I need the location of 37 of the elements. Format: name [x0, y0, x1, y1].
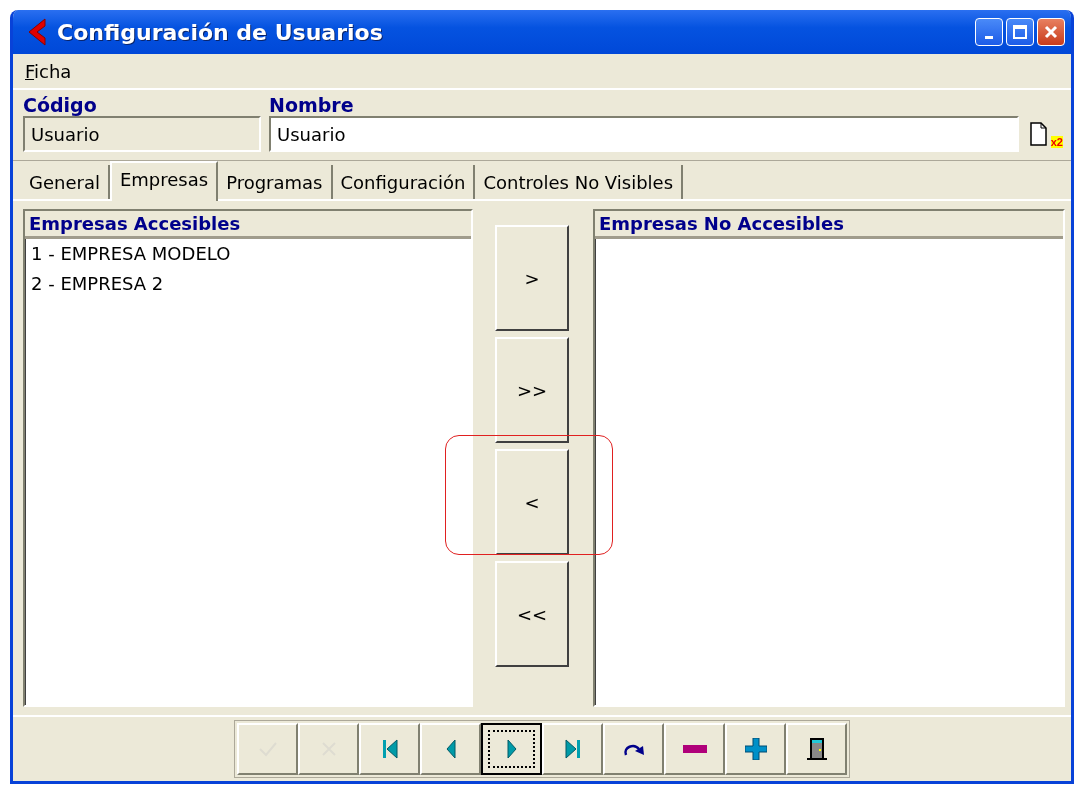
- delete-button[interactable]: [664, 723, 725, 775]
- list-header: Empresas Accesibles: [25, 211, 471, 239]
- first-button[interactable]: [359, 723, 420, 775]
- maximize-icon: [1012, 24, 1028, 40]
- door-icon: [805, 737, 828, 761]
- next-icon: [506, 739, 517, 759]
- add-button[interactable]: [725, 723, 786, 775]
- close-button[interactable]: [1037, 18, 1065, 46]
- minus-icon: [682, 745, 707, 753]
- last-button[interactable]: [542, 723, 603, 775]
- field-label: Código: [23, 94, 98, 116]
- list-header: Empresas No Accesibles: [595, 211, 1063, 239]
- refresh-button[interactable]: [603, 723, 664, 775]
- previous-button[interactable]: [420, 723, 481, 775]
- copy-document-button[interactable]: x2: [1027, 116, 1063, 152]
- menu-item[interactable]: Ficha: [25, 60, 72, 82]
- previous-icon: [445, 739, 456, 759]
- last-record-icon: [564, 739, 581, 759]
- maximize-button[interactable]: [1006, 18, 1034, 46]
- minimize-button[interactable]: [975, 18, 1003, 46]
- first-record-icon: [381, 739, 398, 759]
- window-title: Configuración de Usuarios: [57, 19, 384, 45]
- tab[interactable]: Empresas: [109, 161, 219, 201]
- transfer-button[interactable]: >: [495, 225, 569, 331]
- plus-icon: [744, 738, 767, 760]
- minimize-icon: [985, 35, 993, 39]
- document-icon: [1029, 121, 1049, 147]
- close-icon: [1043, 24, 1059, 40]
- transfer-button[interactable]: <: [495, 449, 569, 555]
- list-item[interactable]: 2 - EMPRESA 2: [25, 269, 471, 299]
- name-field[interactable]: Usuario: [269, 116, 1019, 152]
- next-button[interactable]: [481, 723, 542, 775]
- transfer-button[interactable]: >>: [495, 337, 569, 443]
- field-label: Nombre: [269, 94, 355, 116]
- exit-button[interactable]: [786, 723, 847, 775]
- transfer-button[interactable]: <<: [495, 561, 569, 667]
- list-item[interactable]: 1 - EMPRESA MODELO: [25, 239, 471, 269]
